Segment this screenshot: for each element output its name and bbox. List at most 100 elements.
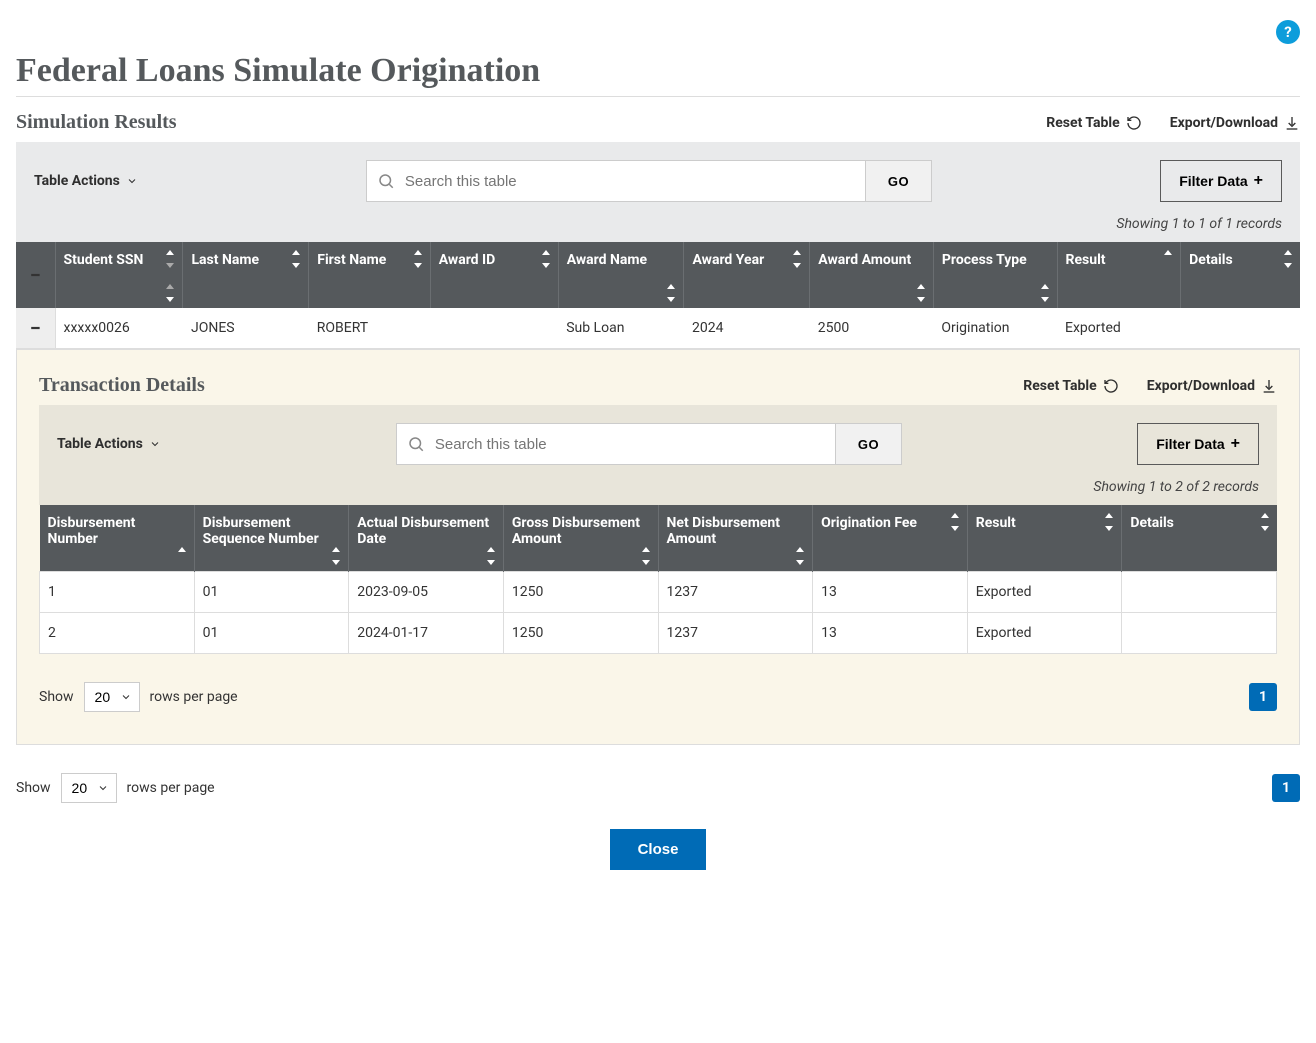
sort-icon	[1039, 284, 1051, 302]
transaction-details-panel: Transaction Details Reset Table Export/D…	[16, 349, 1300, 745]
reset-table-button[interactable]: Reset Table	[1046, 115, 1141, 131]
expand-all-header[interactable]: −	[16, 242, 55, 308]
table-actions-label: Table Actions	[57, 436, 143, 452]
col-last-name[interactable]: Last Name	[183, 242, 309, 308]
sort-icon	[164, 250, 176, 268]
detail-toolbar: Table Actions GO Filter Data + Showing 1…	[39, 405, 1277, 505]
sort-icon	[176, 547, 188, 565]
cell-disb-num: 2	[40, 612, 195, 653]
reset-label: Reset Table	[1046, 115, 1119, 131]
sort-icon	[1259, 513, 1271, 531]
sort-icon	[794, 547, 806, 565]
filter-label: Filter Data	[1179, 173, 1247, 189]
download-icon	[1261, 378, 1277, 394]
cell-fee: 13	[813, 612, 968, 653]
col-result[interactable]: Result	[967, 505, 1122, 571]
download-icon	[1284, 115, 1300, 131]
search-input-wrap	[366, 160, 866, 202]
sort-icon	[290, 250, 302, 268]
cell-award-amount: 2500	[810, 308, 934, 349]
sort-icon	[1162, 250, 1174, 268]
sort-icon	[164, 284, 176, 302]
cell-gross: 1250	[503, 612, 658, 653]
plus-icon: +	[1231, 435, 1240, 453]
chevron-down-icon	[126, 175, 138, 187]
col-disb-seq[interactable]: Disbursement Sequence Number	[194, 505, 349, 571]
search-icon	[377, 172, 395, 190]
detail-go-button[interactable]: GO	[836, 423, 902, 465]
export-label: Export/Download	[1147, 378, 1255, 394]
filter-data-button[interactable]: Filter Data +	[1160, 160, 1282, 202]
detail-table: Disbursement Number Disbursement Sequenc…	[39, 505, 1277, 654]
page-number[interactable]: 1	[1272, 774, 1300, 802]
col-details[interactable]: Details	[1122, 505, 1277, 571]
sort-icon	[640, 547, 652, 565]
cell-result: Exported	[967, 612, 1122, 653]
col-award-year[interactable]: Award Year	[684, 242, 810, 308]
cell-award-year: 2024	[684, 308, 810, 349]
expand-row-button[interactable]: −	[16, 308, 55, 349]
col-first-name[interactable]: First Name	[309, 242, 430, 308]
rows-per-page-label: rows per page	[150, 689, 238, 705]
col-details[interactable]: Details	[1181, 242, 1300, 308]
divider	[16, 96, 1300, 97]
sort-icon	[949, 513, 961, 531]
main-table: − Student SSN Last Name First Name Award…	[16, 242, 1300, 349]
search-icon	[407, 435, 425, 453]
sort-icon	[1103, 513, 1115, 531]
detail-filter-data-button[interactable]: Filter Data +	[1137, 423, 1259, 465]
reset-icon	[1103, 378, 1119, 394]
filter-label: Filter Data	[1156, 436, 1224, 452]
col-gross[interactable]: Gross Disbursement Amount	[503, 505, 658, 571]
sort-icon	[540, 250, 552, 268]
sort-icon	[330, 547, 342, 565]
detail-reset-table-button[interactable]: Reset Table	[1023, 378, 1118, 394]
col-net[interactable]: Net Disbursement Amount	[658, 505, 813, 571]
col-award-amount[interactable]: Award Amount	[810, 242, 934, 308]
detail-page-number[interactable]: 1	[1249, 683, 1277, 711]
cell-last-name: JONES	[183, 308, 309, 349]
detail-search-input[interactable]	[433, 435, 825, 454]
cell-net: 1237	[658, 571, 813, 612]
reset-icon	[1126, 115, 1142, 131]
export-button[interactable]: Export/Download	[1170, 115, 1300, 131]
close-button[interactable]: Close	[610, 829, 707, 870]
cell-disb-date: 2023-09-05	[349, 571, 504, 612]
table-actions-menu[interactable]: Table Actions	[34, 173, 138, 189]
sort-icon	[412, 250, 424, 268]
page-size-select[interactable]: 20	[61, 773, 117, 803]
cell-result: Exported	[1057, 308, 1181, 349]
detail-export-button[interactable]: Export/Download	[1147, 378, 1277, 394]
go-button[interactable]: GO	[866, 160, 932, 202]
sort-icon	[791, 250, 803, 268]
detail-table-actions-menu[interactable]: Table Actions	[57, 436, 161, 452]
records-summary: Showing 1 to 1 of 1 records	[34, 216, 1282, 232]
col-result[interactable]: Result	[1057, 242, 1181, 308]
cell-fee: 13	[813, 571, 968, 612]
page-title: Federal Loans Simulate Origination	[16, 52, 1300, 90]
table-row: − xxxxx0026 JONES ROBERT Sub Loan 2024 2…	[16, 308, 1300, 349]
detail-page-size-select[interactable]: 20	[84, 682, 140, 712]
col-process-type[interactable]: Process Type	[933, 242, 1057, 308]
col-orig-fee[interactable]: Origination Fee	[813, 505, 968, 571]
detail-search-input-wrap	[396, 423, 836, 465]
cell-disb-seq: 01	[194, 612, 349, 653]
cell-details	[1181, 308, 1300, 349]
show-label: Show	[16, 780, 51, 796]
sort-icon	[1282, 250, 1294, 268]
col-disb-date[interactable]: Actual Disbursement Date	[349, 505, 504, 571]
cell-process-type: Origination	[933, 308, 1057, 349]
cell-disb-seq: 01	[194, 571, 349, 612]
rows-per-page-label: rows per page	[127, 780, 215, 796]
col-award-id[interactable]: Award ID	[430, 242, 558, 308]
help-icon[interactable]: ?	[1276, 20, 1300, 44]
chevron-down-icon	[149, 438, 161, 450]
cell-award-name: Sub Loan	[558, 308, 684, 349]
col-award-name[interactable]: Award Name	[558, 242, 684, 308]
col-student-ssn[interactable]: Student SSN	[55, 242, 183, 308]
cell-result: Exported	[967, 571, 1122, 612]
col-disb-num[interactable]: Disbursement Number	[40, 505, 195, 571]
cell-student-ssn: xxxxx0026	[55, 308, 183, 349]
search-input[interactable]	[403, 172, 855, 191]
sort-icon	[485, 547, 497, 565]
